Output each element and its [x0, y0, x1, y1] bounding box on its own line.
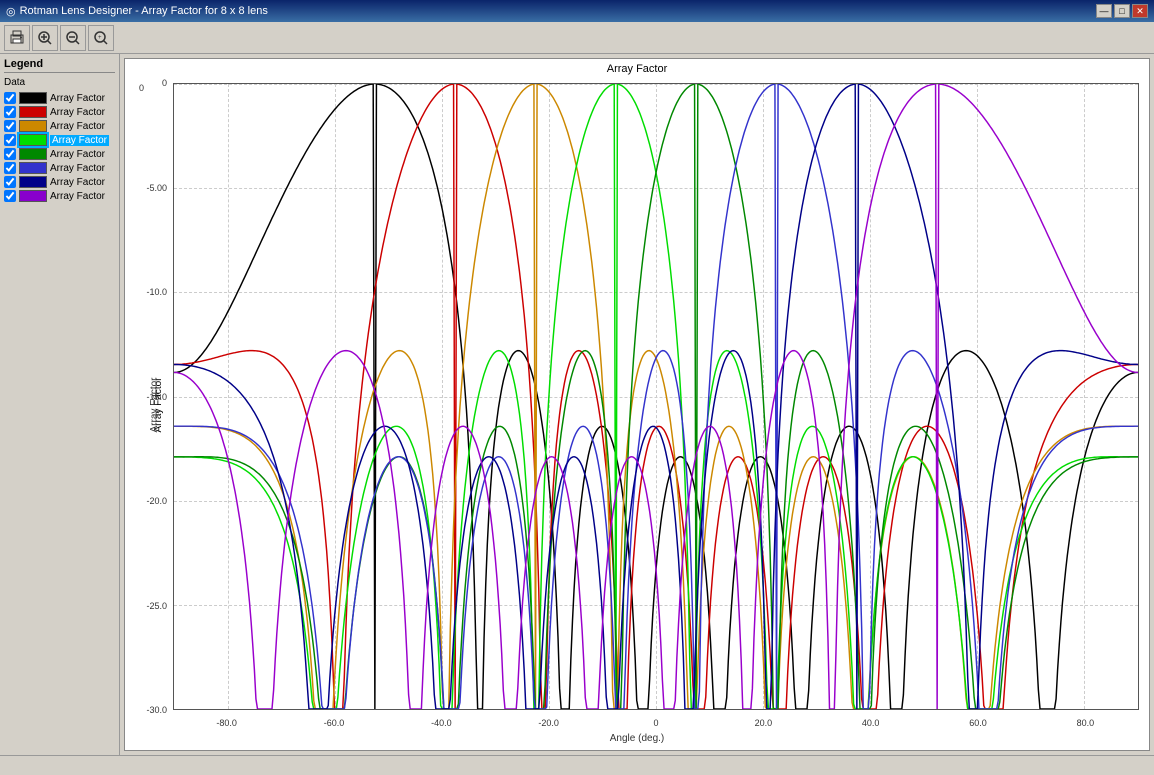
y-tick-label: -30.0 — [146, 705, 167, 715]
list-item: Array Factor — [4, 148, 115, 160]
legend-checkbox-3[interactable] — [4, 120, 16, 132]
legend-checkbox-5[interactable] — [4, 148, 16, 160]
toolbar: + — [0, 22, 1154, 54]
x-tick-label: -60.0 — [324, 718, 345, 728]
zoom-fit-button[interactable]: + — [88, 25, 114, 51]
x-tick-label: 20.0 — [755, 718, 773, 728]
maximize-button[interactable]: □ — [1114, 4, 1130, 18]
window-title: Rotman Lens Designer - Array Factor for … — [20, 5, 268, 17]
list-item: Array Factor — [4, 176, 115, 188]
legend-checkbox-6[interactable] — [4, 162, 16, 174]
list-item: Array Factor — [4, 92, 115, 104]
legend-checkbox-1[interactable] — [4, 92, 16, 104]
x-axis-label: Angle (deg.) — [610, 733, 664, 744]
list-item: Array Factor — [4, 134, 115, 146]
x-tick-label: -20.0 — [538, 718, 559, 728]
main-area: Legend Data Array Factor Array Factor Ar… — [0, 54, 1154, 755]
legend-title: Legend — [4, 58, 115, 73]
legend-section: Data — [4, 77, 115, 88]
legend-label-5: Array Factor — [50, 149, 105, 160]
legend-label-6: Array Factor — [50, 163, 105, 174]
legend-color-7 — [19, 176, 47, 188]
legend-color-5 — [19, 148, 47, 160]
zoom-out-button[interactable] — [60, 25, 86, 51]
y-tick-0: 0 — [139, 83, 144, 93]
chart-svg — [174, 84, 1138, 709]
legend-label-3: Array Factor — [50, 121, 105, 132]
legend-color-4 — [19, 134, 47, 146]
legend-color-6 — [19, 162, 47, 174]
legend-checkbox-4[interactable] — [4, 134, 16, 146]
legend-checkbox-7[interactable] — [4, 176, 16, 188]
x-tick-label: -80.0 — [216, 718, 237, 728]
x-tick-label: -40.0 — [431, 718, 452, 728]
legend-label-1: Array Factor — [50, 93, 105, 104]
zoom-in-icon — [37, 30, 53, 46]
x-tick-label: 40.0 — [862, 718, 880, 728]
legend-label-7: Array Factor — [50, 177, 105, 188]
zoom-fit-icon: + — [93, 30, 109, 46]
title-bar: ◎ Rotman Lens Designer - Array Factor fo… — [0, 0, 1154, 22]
curve-group — [174, 84, 1138, 709]
legend-label-8: Array Factor — [50, 191, 105, 202]
chart-area: Array Factor Array Factor — [124, 58, 1150, 751]
legend-panel: Legend Data Array Factor Array Factor Ar… — [0, 54, 120, 755]
x-tick-label: 0 — [653, 718, 658, 728]
x-tick-label: 80.0 — [1077, 718, 1095, 728]
legend-checkbox-2[interactable] — [4, 106, 16, 118]
minimize-button[interactable]: — — [1096, 4, 1112, 18]
chart-plot-area — [173, 83, 1139, 710]
y-tick-label: -25.0 — [146, 601, 167, 611]
close-button[interactable]: ✕ — [1132, 4, 1148, 18]
legend-label-2: Array Factor — [50, 107, 105, 118]
y-tick-label: -20.0 — [146, 496, 167, 506]
legend-color-8 — [19, 190, 47, 202]
y-tick-label: 0 — [162, 78, 167, 88]
zoom-in-button[interactable] — [32, 25, 58, 51]
list-item: Array Factor — [4, 106, 115, 118]
y-tick-label: -5.00 — [146, 183, 167, 193]
svg-text:+: + — [98, 35, 102, 41]
list-item: Array Factor — [4, 120, 115, 132]
print-icon — [9, 30, 25, 46]
app-icon: ◎ — [6, 5, 16, 18]
x-tick-label: 60.0 — [969, 718, 987, 728]
grid-h-6 — [174, 709, 1138, 710]
chart-title: Array Factor — [125, 59, 1149, 77]
legend-checkbox-8[interactable] — [4, 190, 16, 202]
print-button[interactable] — [4, 25, 30, 51]
title-bar-controls: — □ ✕ — [1096, 4, 1148, 18]
y-axis-label: Array Factor — [149, 377, 160, 432]
legend-color-3 — [19, 120, 47, 132]
status-bar — [0, 755, 1154, 775]
list-item: Array Factor — [4, 162, 115, 174]
legend-color-1 — [19, 92, 47, 104]
list-item: Array Factor — [4, 190, 115, 202]
zoom-out-icon — [65, 30, 81, 46]
legend-label-4: Array Factor — [50, 135, 109, 146]
title-bar-left: ◎ Rotman Lens Designer - Array Factor fo… — [6, 5, 268, 18]
y-tick-label: -10.0 — [146, 287, 167, 297]
legend-color-2 — [19, 106, 47, 118]
